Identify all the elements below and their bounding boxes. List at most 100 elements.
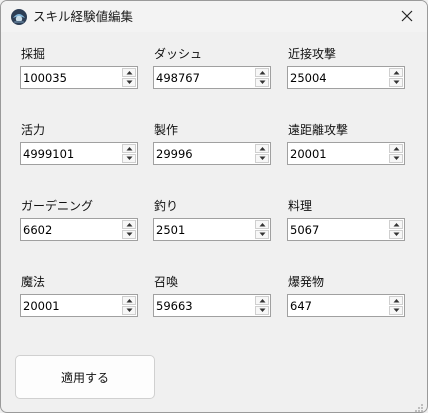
chevron-up-icon xyxy=(259,222,266,227)
skill-value-spinbox xyxy=(153,294,271,317)
resize-grip-icon[interactable] xyxy=(413,398,424,412)
spin-buttons xyxy=(255,296,269,315)
close-button[interactable] xyxy=(387,1,427,31)
skill-label: 魔法 xyxy=(21,275,46,289)
spin-down-button[interactable] xyxy=(122,154,136,163)
skill-value-spinbox xyxy=(287,218,405,241)
skill-value-input[interactable] xyxy=(21,67,121,88)
skill-value-spinbox xyxy=(20,142,138,165)
spin-up-button[interactable] xyxy=(389,144,403,153)
spin-down-button[interactable] xyxy=(255,306,269,315)
spin-buttons xyxy=(255,220,269,239)
spin-up-button[interactable] xyxy=(389,296,403,305)
chevron-up-icon xyxy=(126,298,133,303)
spin-down-button[interactable] xyxy=(389,306,403,315)
close-icon xyxy=(401,10,413,22)
spin-buttons xyxy=(122,296,136,315)
spin-buttons xyxy=(122,68,136,87)
spin-buttons xyxy=(389,144,403,163)
spin-up-button[interactable] xyxy=(122,296,136,305)
chevron-up-icon xyxy=(393,70,400,75)
chevron-down-icon xyxy=(126,232,133,237)
skill-label: 採掘 xyxy=(21,47,46,61)
spin-down-button[interactable] xyxy=(389,78,403,87)
skill-label: ダッシュ xyxy=(154,47,203,61)
spin-down-button[interactable] xyxy=(389,230,403,239)
skill-value-input[interactable] xyxy=(288,143,388,164)
skill-value-spinbox xyxy=(287,142,405,165)
skill-value-input[interactable] xyxy=(21,295,121,316)
chevron-up-icon xyxy=(393,146,400,151)
chevron-up-icon xyxy=(259,298,266,303)
apply-button[interactable]: 適用する xyxy=(15,355,155,399)
chevron-down-icon xyxy=(259,156,266,161)
skill-label: 爆発物 xyxy=(288,275,325,289)
chevron-up-icon xyxy=(126,222,133,227)
spin-down-button[interactable] xyxy=(122,306,136,315)
skill-value-spinbox xyxy=(20,66,138,89)
spin-buttons xyxy=(122,220,136,239)
skill-label: 製作 xyxy=(154,123,179,137)
chevron-up-icon xyxy=(393,298,400,303)
skill-label: ガーデニング xyxy=(21,199,94,213)
chevron-down-icon xyxy=(259,308,266,313)
spin-up-button[interactable] xyxy=(122,144,136,153)
chevron-down-icon xyxy=(126,80,133,85)
skill-value-input[interactable] xyxy=(21,143,121,164)
skill-value-spinbox xyxy=(20,218,138,241)
spin-up-button[interactable] xyxy=(255,144,269,153)
skill-value-input[interactable] xyxy=(288,295,388,316)
chevron-up-icon xyxy=(126,146,133,151)
skill-xp-editor-window: スキル経験値編集 採掘 ダッシュ 近接攻撃活力 製作 遠距離攻撃ガーデニング 釣り 料理魔法… xyxy=(0,0,428,413)
chevron-down-icon xyxy=(393,308,400,313)
skill-value-spinbox xyxy=(287,294,405,317)
title-bar: スキル経験値編集 xyxy=(1,1,427,32)
skill-value-spinbox xyxy=(287,66,405,89)
chevron-down-icon xyxy=(126,308,133,313)
window-title: スキル経験値編集 xyxy=(33,9,134,24)
chevron-up-icon xyxy=(126,70,133,75)
spin-buttons xyxy=(389,296,403,315)
skill-value-input[interactable] xyxy=(154,295,254,316)
spin-down-button[interactable] xyxy=(255,154,269,163)
skill-value-spinbox xyxy=(20,294,138,317)
skill-label: 近接攻撃 xyxy=(288,47,337,61)
spin-buttons xyxy=(122,144,136,163)
skill-value-input[interactable] xyxy=(154,219,254,240)
spin-buttons xyxy=(255,144,269,163)
chevron-down-icon xyxy=(259,80,266,85)
skill-value-input[interactable] xyxy=(154,143,254,164)
spin-down-button[interactable] xyxy=(389,154,403,163)
spin-up-button[interactable] xyxy=(389,220,403,229)
chevron-down-icon xyxy=(393,80,400,85)
skill-label: 召喚 xyxy=(154,275,179,289)
skill-value-spinbox xyxy=(153,142,271,165)
spin-down-button[interactable] xyxy=(122,230,136,239)
spin-down-button[interactable] xyxy=(122,78,136,87)
spin-buttons xyxy=(389,220,403,239)
spin-up-button[interactable] xyxy=(255,220,269,229)
skill-value-spinbox xyxy=(153,218,271,241)
spin-buttons xyxy=(389,68,403,87)
skill-value-input[interactable] xyxy=(154,67,254,88)
spin-up-button[interactable] xyxy=(255,296,269,305)
skill-value-spinbox xyxy=(153,66,271,89)
chevron-up-icon xyxy=(393,222,400,227)
spin-buttons xyxy=(255,68,269,87)
chevron-down-icon xyxy=(259,232,266,237)
spin-up-button[interactable] xyxy=(389,68,403,77)
skill-label: 釣り xyxy=(154,199,179,213)
spin-down-button[interactable] xyxy=(255,78,269,87)
skill-value-input[interactable] xyxy=(21,219,121,240)
skill-value-input[interactable] xyxy=(288,219,388,240)
spin-up-button[interactable] xyxy=(255,68,269,77)
skill-label: 遠距離攻撃 xyxy=(288,123,349,137)
chevron-up-icon xyxy=(259,146,266,151)
game-logo-icon xyxy=(10,8,28,26)
skill-value-input[interactable] xyxy=(288,67,388,88)
skill-label: 活力 xyxy=(21,123,46,137)
spin-up-button[interactable] xyxy=(122,68,136,77)
spin-up-button[interactable] xyxy=(122,220,136,229)
spin-down-button[interactable] xyxy=(255,230,269,239)
skill-label: 料理 xyxy=(288,199,313,213)
